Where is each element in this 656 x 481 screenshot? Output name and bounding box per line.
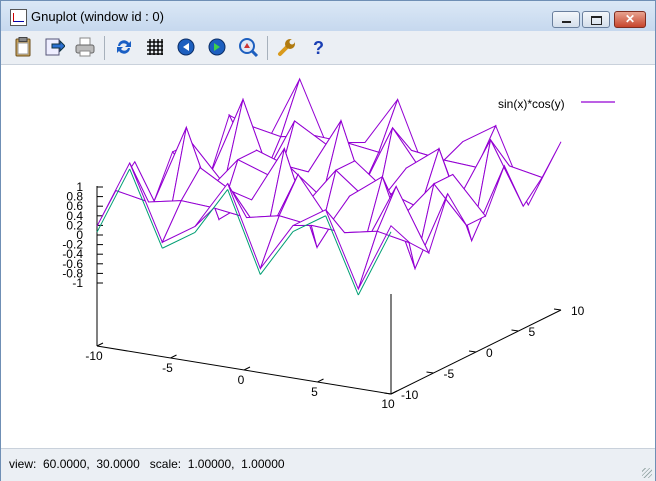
x-tick-label: -10 [85, 349, 103, 363]
print-icon[interactable] [74, 36, 96, 58]
y-tick-label: -10 [401, 388, 419, 402]
z-tick-label: -1 [72, 276, 83, 290]
y-tick [553, 308, 562, 311]
y-tick-label: 10 [571, 304, 585, 318]
y-tick-label: -5 [444, 367, 455, 381]
x-tick [243, 366, 251, 371]
maximize-button[interactable] [582, 11, 610, 28]
grid-icon[interactable] [144, 36, 166, 58]
resize-grip[interactable] [642, 468, 652, 478]
x-tick [96, 342, 104, 347]
help-icon[interactable]: ? [307, 36, 329, 58]
y-tick-label: 5 [529, 325, 536, 339]
x-tick [170, 354, 177, 359]
zoom-previous-icon[interactable] [175, 36, 197, 58]
gnuplot-app-icon[interactable] [10, 9, 27, 26]
y-tick [511, 329, 519, 332]
y-tick [468, 350, 477, 353]
status-text: view: 60.0000, 30.0000 scale: 1.00000, 1… [9, 457, 285, 471]
toolbar: ? [1, 31, 655, 65]
title-bar[interactable]: Gnuplot (window id : 0) [1, 1, 655, 31]
unzoom-icon[interactable] [237, 36, 259, 58]
y-tick-label: 0 [486, 346, 493, 360]
x-tick-label: -5 [162, 361, 173, 375]
x-tick-label: 10 [381, 397, 395, 411]
surface-plot[interactable]: 10.80.60.40.20-0.2-0.4-0.6-0.8-1-10-5051… [1, 65, 655, 448]
x-tick-label: 0 [238, 373, 245, 387]
window-title: Gnuplot (window id : 0) [31, 9, 164, 24]
gnuplot-window: Gnuplot (window id : 0) ✕ ? 1 0.8 0.6 0.… [0, 0, 656, 481]
toolbar-separator [267, 36, 268, 60]
replot-icon[interactable] [113, 36, 135, 58]
copy-clipboard-icon[interactable] [12, 36, 34, 58]
options-wrench-icon[interactable] [276, 36, 298, 58]
x-tick-label: 5 [311, 385, 318, 399]
x-tick [390, 390, 398, 395]
legend-label: sin(x)*cos(y) [498, 97, 565, 111]
toolbar-separator [104, 36, 105, 60]
status-bar: view: 60.0000, 30.0000 scale: 1.00000, 1… [1, 448, 655, 481]
close-button[interactable] [614, 11, 646, 28]
export-icon[interactable] [43, 36, 66, 58]
minimize-button[interactable] [552, 11, 580, 28]
plot-area[interactable]: 1 0.8 0.6 0.4 0.2 0 -0.2 -0.4 -0.6 -0.8 -1 -10 -5 0 5 1… [1, 65, 655, 448]
x-tick [317, 378, 324, 383]
y-tick [426, 371, 434, 374]
zoom-next-icon[interactable] [206, 36, 228, 58]
underside-edge [96, 168, 131, 233]
surface-mesh [96, 77, 562, 296]
y-tick [383, 392, 392, 395]
svg-text:?: ? [313, 38, 324, 58]
